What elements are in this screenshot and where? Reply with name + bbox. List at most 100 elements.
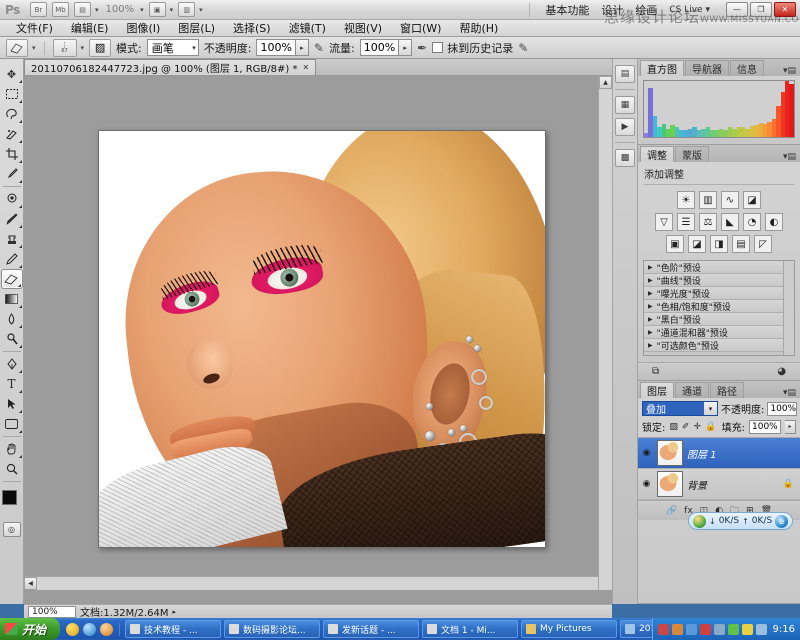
color-swatches[interactable] — [0, 488, 24, 518]
canvas-work-area[interactable]: ▲ ◀ — [24, 76, 612, 604]
tab-masks[interactable]: 蒙版 — [675, 146, 709, 162]
taskbar-item[interactable]: 数码摄影论坛... — [224, 620, 321, 638]
lock-position-icon[interactable]: ✛ — [693, 422, 701, 432]
panel-menu-icon[interactable]: ▾▤ — [783, 388, 800, 398]
blend-mode-select[interactable]: 叠加 ▾ — [642, 401, 718, 416]
selective-color-icon[interactable]: ◸ — [754, 235, 772, 253]
brush-preset-picker[interactable]: ⋮ 67 — [52, 38, 77, 57]
layer-fill-input[interactable]: 100% — [749, 419, 781, 434]
minimize-button[interactable]: — — [726, 2, 748, 17]
mini-bridge-icon[interactable]: Mb — [52, 2, 69, 17]
blur-tool[interactable] — [1, 309, 23, 329]
screen-mode-icon[interactable]: ▣ — [148, 2, 166, 17]
canvas-vertical-scrollbar[interactable]: ▲ — [598, 76, 612, 590]
maximize-button[interactable]: ❐ — [750, 2, 772, 17]
view-extras-icon[interactable]: ▤ — [74, 2, 91, 17]
hue-saturation-icon[interactable]: ☰ — [677, 213, 695, 231]
preset-levels[interactable]: ▶ "色阶"预设 — [644, 261, 794, 274]
workspace-design[interactable]: 设计 — [601, 2, 623, 18]
quick-selection-tool[interactable] — [1, 124, 23, 144]
network-speed-widget[interactable]: ↓ 0K/S ↑ 0K/S e — [688, 512, 794, 530]
eraser-tool[interactable] — [0, 269, 23, 289]
zoom-input[interactable]: 100% — [28, 605, 76, 618]
gradient-tool[interactable] — [1, 289, 23, 309]
layer-opacity-input[interactable]: 100% — [767, 401, 798, 416]
pen-tool[interactable] — [1, 354, 23, 374]
invert-icon[interactable]: ▣ — [666, 235, 684, 253]
screen-mode-chevron-down-icon[interactable]: ▾ — [170, 6, 174, 14]
menu-select[interactable]: 选择(S) — [225, 19, 279, 37]
history-brush-tool[interactable] — [1, 249, 23, 269]
ql-icon-3[interactable] — [100, 622, 114, 636]
arrange-chevron-down-icon[interactable]: ▾ — [199, 6, 203, 14]
menu-filter[interactable]: 滤镜(T) — [281, 19, 334, 37]
flow-input[interactable]: 100% — [359, 39, 400, 56]
table-row[interactable]: ◉ 图层 1 — [638, 438, 800, 469]
tray-icon-1[interactable] — [657, 623, 669, 635]
path-selection-tool[interactable] — [1, 394, 23, 414]
tab-channels[interactable]: 通道 — [675, 382, 709, 398]
character-panel-icon[interactable]: ▩ — [615, 149, 635, 167]
menu-help[interactable]: 帮助(H) — [451, 19, 506, 37]
spot-healing-brush-tool[interactable] — [1, 189, 23, 209]
layer-visibility-eye-icon[interactable]: ◉ — [640, 479, 653, 489]
levels-icon[interactable]: ▥ — [699, 191, 717, 209]
hand-tool[interactable] — [1, 439, 23, 459]
menu-image[interactable]: 图像(I) — [118, 19, 168, 37]
delete-adjustment-icon[interactable]: ◕ — [777, 366, 786, 377]
preset-black-white[interactable]: ▶ "黑白"预设 — [644, 313, 794, 326]
panel-menu-icon[interactable]: ▾▤ — [783, 152, 800, 162]
adjustment-presets-list[interactable]: ▶ "色阶"预设 ▶ "曲线"预设 ▶ "曝光度"预设 ▶ "色相/饱和度"预设… — [643, 260, 795, 356]
menu-edit[interactable]: 编辑(E) — [63, 19, 117, 37]
lock-image-pixels-icon[interactable]: ✐ — [682, 422, 690, 432]
vibrance-icon[interactable]: ▽ — [655, 213, 673, 231]
menu-file[interactable]: 文件(F) — [8, 19, 61, 37]
brush-preset-chevron-down-icon[interactable]: ▾ — [81, 44, 85, 52]
clone-stamp-tool[interactable] — [1, 229, 23, 249]
taskbar-item[interactable]: My Pictures — [521, 620, 618, 638]
volume-icon[interactable] — [741, 623, 753, 635]
menu-layer[interactable]: 图层(L) — [170, 19, 223, 37]
quick-mask-icon[interactable]: ◎ — [2, 522, 21, 537]
taskbar-item[interactable]: 20110706182... — [620, 620, 652, 638]
taskbar-item[interactable]: 文档 1 - Mi... — [422, 620, 519, 638]
tray-icon-5[interactable] — [713, 623, 725, 635]
clip-to-layer-icon[interactable]: ⧉ — [652, 366, 659, 377]
actions-panel-icon[interactable]: ▶ — [615, 118, 635, 136]
taskbar-item[interactable]: 技术教程 - ... — [125, 620, 222, 638]
tab-paths[interactable]: 路径 — [710, 382, 744, 398]
tab-info[interactable]: 信息 — [730, 60, 764, 76]
exposure-icon[interactable]: ◪ — [743, 191, 761, 209]
network-icon[interactable] — [755, 623, 767, 635]
ql-icon-2[interactable] — [83, 622, 97, 636]
brush-panel-icon[interactable]: ▨ — [89, 38, 112, 57]
close-button[interactable]: ✕ — [774, 2, 796, 17]
black-white-icon[interactable]: ◣ — [721, 213, 739, 231]
color-balance-icon[interactable]: ⚖ — [699, 213, 717, 231]
taskbar-clock[interactable]: 9:16 — [770, 624, 795, 635]
erase-to-history-checkbox[interactable]: 抹到历史记录 — [432, 40, 513, 56]
lasso-tool[interactable] — [1, 104, 23, 124]
tray-icon-2[interactable] — [671, 623, 683, 635]
channel-mixer-icon[interactable]: ◐ — [765, 213, 783, 231]
color-panel-icon[interactable]: ▦ — [615, 96, 635, 114]
preset-curves[interactable]: ▶ "曲线"预设 — [644, 274, 794, 287]
link-layers-icon[interactable]: 🔗 — [666, 506, 677, 516]
opacity-input[interactable]: 100% — [256, 39, 296, 56]
mode-select[interactable]: 画笔 ▾ — [146, 39, 199, 56]
horizontal-type-tool[interactable]: T — [1, 374, 23, 394]
workspace-painting[interactable]: 绘画 — [635, 2, 657, 18]
crop-tool[interactable] — [1, 144, 23, 164]
tray-icon-6[interactable] — [727, 623, 739, 635]
layer-fill-stepper[interactable]: ▸ — [785, 419, 796, 434]
tab-histogram[interactable]: 直方图 — [640, 60, 684, 76]
history-panel-icon[interactable]: ▤ — [615, 65, 635, 83]
rectangular-marquee-tool[interactable] — [1, 84, 23, 104]
preset-channel-mixer[interactable]: ▶ "通道混和器"预设 — [644, 326, 794, 339]
arrange-documents-icon[interactable]: ▥ — [178, 2, 196, 17]
gradient-map-icon[interactable]: ▤ — [732, 235, 750, 253]
status-chevron-right-icon[interactable]: ▸ — [173, 608, 177, 616]
taskbar-item[interactable]: 发新话题 - ... — [323, 620, 420, 638]
tab-layers[interactable]: 图层 — [640, 382, 674, 398]
tray-icon-4[interactable] — [699, 623, 711, 635]
